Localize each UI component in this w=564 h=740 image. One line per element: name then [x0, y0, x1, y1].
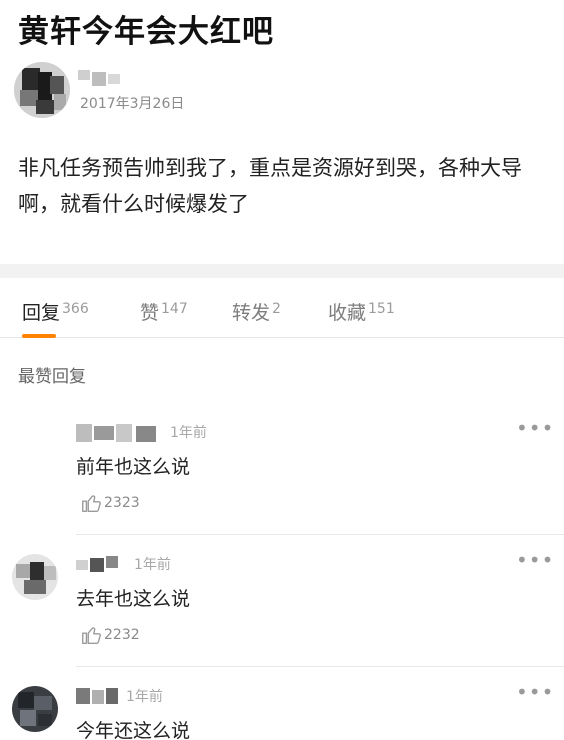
reply-text: 今年还这么说 — [76, 720, 191, 740]
post-tabs: 回复 366 赞 147 转发 2 收藏 151 — [0, 292, 564, 338]
post-title: 黄轩今年会大红吧 — [18, 14, 274, 50]
section-divider — [0, 264, 564, 278]
tab-reposts[interactable]: 转发 2 — [232, 298, 281, 325]
avatar[interactable] — [12, 686, 58, 732]
post-body: 非凡任务预告帅到我了，重点是资源好到哭，各种大导啊，就看什么时候爆发了 — [18, 156, 522, 216]
tab-favorites[interactable]: 收藏 151 — [328, 298, 395, 325]
tab-likes-label: 赞 — [140, 302, 160, 324]
reply-divider — [76, 534, 564, 535]
post-author: 2017年3月26日 — [14, 62, 314, 118]
author-name-redacted[interactable] — [78, 70, 126, 88]
thumbs-up-icon — [82, 495, 101, 512]
tab-favorites-label: 收藏 — [328, 302, 367, 324]
reply-text: 前年也这么说 — [76, 456, 191, 478]
reply-like-button[interactable]: 2232 — [80, 624, 140, 646]
tab-reposts-count: 2 — [272, 301, 281, 317]
tab-replies[interactable]: 回复 366 — [22, 298, 89, 325]
reply-author-name-redacted[interactable] — [76, 424, 162, 442]
thumbs-up-icon — [82, 627, 101, 644]
more-horizontal-icon[interactable]: ••• — [516, 548, 554, 572]
post-date: 2017年3月26日 — [80, 96, 185, 112]
tab-replies-label: 回复 — [22, 302, 61, 324]
reply-divider — [76, 666, 564, 667]
tab-favorites-count: 151 — [368, 301, 395, 317]
section-label-top-replies: 最赞回复 — [18, 367, 86, 387]
avatar[interactable] — [14, 62, 70, 118]
reply-time: 1年前 — [170, 425, 207, 441]
reply-like-button[interactable]: 2323 — [80, 492, 140, 514]
avatar[interactable] — [12, 554, 58, 600]
reply-author-name-redacted[interactable] — [76, 556, 120, 574]
reply-time: 1年前 — [134, 557, 171, 573]
reply-time: 1年前 — [126, 689, 163, 705]
reply-author-name-redacted[interactable] — [76, 688, 120, 706]
active-tab-indicator — [22, 334, 56, 338]
reply-like-count: 2323 — [104, 495, 140, 511]
reply-text: 去年也这么说 — [76, 588, 191, 610]
tab-reposts-label: 转发 — [232, 302, 271, 324]
tab-replies-count: 366 — [62, 301, 89, 317]
tab-likes-count: 147 — [161, 301, 188, 317]
more-horizontal-icon[interactable]: ••• — [516, 680, 554, 704]
reply-like-count: 2232 — [104, 627, 140, 643]
tab-likes[interactable]: 赞 147 — [140, 298, 188, 325]
more-horizontal-icon[interactable]: ••• — [516, 416, 554, 440]
